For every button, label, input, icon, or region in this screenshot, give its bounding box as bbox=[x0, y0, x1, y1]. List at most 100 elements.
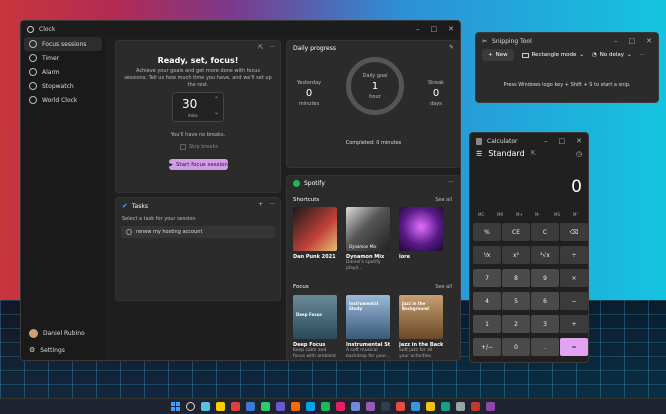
taskbar-app-icon[interactable] bbox=[216, 402, 225, 411]
hamburger-menu-icon[interactable]: ☰ bbox=[476, 150, 482, 158]
user-account[interactable]: Daniel Rubino bbox=[24, 326, 102, 340]
calc-key[interactable]: C bbox=[531, 223, 559, 241]
history-icon[interactable]: ◷ bbox=[576, 150, 582, 158]
close-button[interactable]: ✕ bbox=[448, 25, 454, 33]
focus-tile[interactable]: Deep Focus Deep Focus Keep calm and focu… bbox=[293, 295, 337, 360]
taskbar-app-icon[interactable] bbox=[306, 402, 315, 411]
skip-breaks-checkbox[interactable]: Skip breaks bbox=[180, 144, 218, 150]
taskbar-app-icon[interactable] bbox=[381, 402, 390, 411]
calc-key[interactable]: 0 bbox=[502, 338, 530, 356]
focus-tile[interactable]: Jazz in the Background Jazz in the Backg… bbox=[399, 295, 443, 360]
taskbar-app-icon[interactable] bbox=[321, 402, 330, 411]
calc-key[interactable]: − bbox=[560, 292, 588, 310]
taskbar-app-icon[interactable] bbox=[261, 402, 270, 411]
taskbar-app-icon[interactable] bbox=[246, 402, 255, 411]
shortcut-tile[interactable]: lore bbox=[399, 207, 443, 260]
close-button[interactable]: ✕ bbox=[646, 37, 652, 45]
taskbar-app-icon[interactable] bbox=[456, 402, 465, 411]
more-icon[interactable]: ··· bbox=[640, 52, 645, 58]
maximize-button[interactable]: □ bbox=[431, 25, 438, 33]
taskbar-app-icon[interactable] bbox=[411, 402, 420, 411]
maximize-button[interactable]: □ bbox=[559, 137, 566, 145]
calc-key[interactable]: 5 bbox=[502, 292, 530, 310]
minimize-button[interactable]: – bbox=[544, 137, 548, 145]
delay-dropdown[interactable]: ◔ No delay ⌄ bbox=[592, 52, 632, 58]
start-icon[interactable] bbox=[171, 402, 180, 411]
taskbar-app-icon[interactable] bbox=[291, 402, 300, 411]
minimize-button[interactable]: – bbox=[614, 37, 618, 45]
minutes-stepper[interactable]: 30 mins ⌃ ⌄ bbox=[172, 92, 224, 122]
calc-key[interactable]: . bbox=[531, 338, 559, 356]
nav-settings[interactable]: ⚙ Settings bbox=[24, 343, 102, 357]
calc-key[interactable]: ÷ bbox=[560, 246, 588, 264]
shortcut-tile[interactable]: Dan Punk 2021 bbox=[293, 207, 337, 260]
calc-key[interactable]: × bbox=[560, 269, 588, 287]
nav-stopwatch[interactable]: Stopwatch bbox=[24, 79, 102, 93]
memory-button[interactable]: M˅ bbox=[573, 212, 578, 217]
search-icon[interactable] bbox=[186, 402, 195, 411]
taskbar-app-icon[interactable] bbox=[471, 402, 480, 411]
calc-key[interactable]: 7 bbox=[473, 269, 501, 287]
taskbar-app-icon[interactable] bbox=[366, 402, 375, 411]
see-all-link[interactable]: See all bbox=[435, 197, 452, 203]
calc-key[interactable]: 6 bbox=[531, 292, 559, 310]
add-task-icon[interactable]: + bbox=[258, 201, 263, 208]
more-icon[interactable]: ··· bbox=[448, 179, 454, 186]
close-button[interactable]: ✕ bbox=[576, 137, 582, 145]
calc-key[interactable]: ²√x bbox=[531, 246, 559, 264]
calc-key[interactable]: +/− bbox=[473, 338, 501, 356]
new-label: New bbox=[495, 52, 508, 58]
nav-focus-sessions[interactable]: Focus sessions bbox=[24, 37, 102, 51]
nav-world-clock[interactable]: World Clock bbox=[24, 93, 102, 107]
calc-key[interactable]: 1 bbox=[473, 315, 501, 333]
keep-on-top-icon[interactable]: ⇱ bbox=[531, 150, 536, 157]
taskbar-app-icon[interactable] bbox=[201, 402, 210, 411]
more-icon[interactable]: ··· bbox=[269, 44, 275, 51]
taskbar-app-icon[interactable] bbox=[396, 402, 405, 411]
taskbar-app-icon[interactable] bbox=[336, 402, 345, 411]
calc-key[interactable]: ⌫ bbox=[560, 223, 588, 241]
maximize-button[interactable]: □ bbox=[629, 37, 636, 45]
memory-button[interactable]: MR bbox=[497, 212, 503, 217]
play-icon: ▶ bbox=[169, 161, 173, 168]
see-all-link[interactable]: See all bbox=[435, 284, 452, 290]
taskbar-app-icon[interactable] bbox=[486, 402, 495, 411]
memory-button[interactable]: M+ bbox=[516, 212, 523, 217]
calc-key[interactable]: 3 bbox=[531, 315, 559, 333]
calc-key[interactable]: ⅟x bbox=[473, 246, 501, 264]
memory-button[interactable]: MC bbox=[478, 212, 484, 217]
task-radio-icon[interactable] bbox=[126, 229, 132, 235]
calc-key[interactable]: = bbox=[560, 338, 588, 356]
calc-key[interactable]: 9 bbox=[531, 269, 559, 287]
snip-mode-dropdown[interactable]: Rectangle mode ⌄ bbox=[521, 52, 584, 58]
taskbar-app-icon[interactable] bbox=[426, 402, 435, 411]
calc-key[interactable]: x² bbox=[502, 246, 530, 264]
taskbar-app-icon[interactable] bbox=[276, 402, 285, 411]
minimize-button[interactable]: – bbox=[416, 25, 420, 33]
focus-tile[interactable]: Instrumental Study Instrumental Study A … bbox=[346, 295, 390, 360]
calc-key[interactable]: + bbox=[560, 315, 588, 333]
more-icon[interactable]: ··· bbox=[269, 201, 275, 208]
taskbar-app-icon[interactable] bbox=[351, 402, 360, 411]
calc-key[interactable]: 4 bbox=[473, 292, 501, 310]
pin-icon[interactable]: ⇱ bbox=[258, 44, 263, 51]
memory-button[interactable]: M- bbox=[535, 212, 540, 217]
calc-key[interactable]: 2 bbox=[502, 315, 530, 333]
nav-alarm[interactable]: Alarm bbox=[24, 65, 102, 79]
nav-timer[interactable]: Timer bbox=[24, 51, 102, 65]
calc-key[interactable]: CE bbox=[502, 223, 530, 241]
memory-button[interactable]: MS bbox=[554, 212, 560, 217]
start-focus-button[interactable]: ▶ Start focus session bbox=[169, 159, 228, 170]
chevron-up-icon[interactable]: ⌃ bbox=[214, 96, 219, 103]
chevron-down-icon[interactable]: ⌄ bbox=[214, 109, 219, 116]
world-clock-icon bbox=[29, 96, 37, 104]
taskbar-app-icon[interactable] bbox=[231, 402, 240, 411]
new-snip-button[interactable]: + New bbox=[482, 49, 514, 61]
taskbar-app-icon[interactable] bbox=[441, 402, 450, 411]
shortcut-tile[interactable]: Dynamon Mix Dynamon Mix Daniel's spotify… bbox=[346, 207, 390, 272]
calc-key[interactable]: 8 bbox=[502, 269, 530, 287]
edit-icon[interactable]: ✎ bbox=[449, 44, 454, 51]
calc-key[interactable]: % bbox=[473, 223, 501, 241]
snipping-title: Snipping Tool bbox=[492, 37, 532, 45]
task-item[interactable]: renew my hosting account bbox=[121, 226, 275, 238]
